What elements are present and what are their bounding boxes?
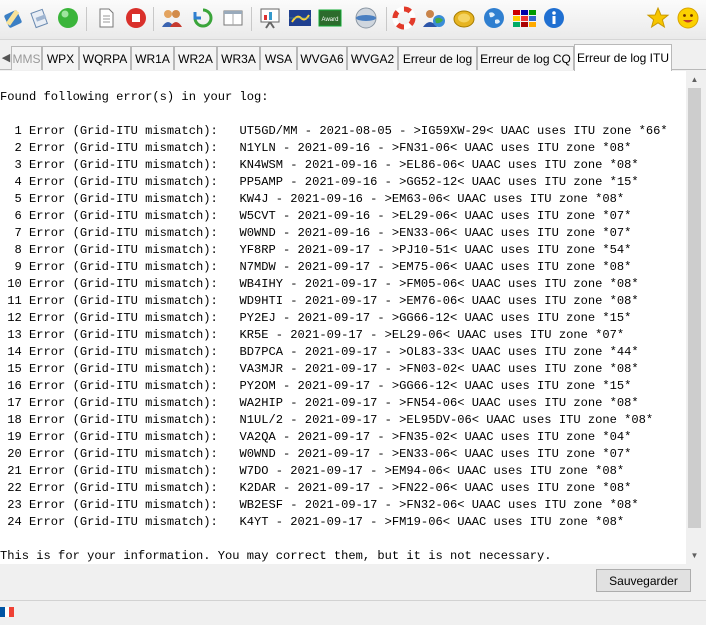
error-line: 8 Error (Grid-ITU mismatch): YF8RP - 202… — [14, 243, 632, 257]
tab-wr2a[interactable]: WR2A — [174, 46, 217, 70]
error-line: 13 Error (Grid-ITU mismatch): KR5E - 202… — [7, 328, 625, 342]
error-line: 9 Error (Grid-ITU mismatch): N7MDW - 202… — [14, 260, 632, 274]
french-flag-icon[interactable] — [0, 607, 15, 617]
grid-map-icon[interactable] — [286, 4, 314, 32]
error-line: 7 Error (Grid-ITU mismatch): W0WND - 202… — [14, 226, 632, 240]
smiley-icon[interactable] — [674, 4, 702, 32]
world-globe-icon[interactable] — [480, 4, 508, 32]
error-line: 12 Error (Grid-ITU mismatch): PY2EJ - 20… — [7, 311, 632, 325]
error-line: 17 Error (Grid-ITU mismatch): WA2HIP - 2… — [7, 396, 639, 410]
error-line: 22 Error (Grid-ITU mismatch): K2DAR - 20… — [7, 481, 632, 495]
tab-wvga2[interactable]: WVGA2 — [347, 46, 398, 70]
tab-mms[interactable]: MMS — [11, 46, 42, 70]
log-text-area[interactable]: Found following error(s) in your log: 1 … — [0, 71, 686, 564]
toolbar-separator — [251, 7, 252, 31]
scroll-down-arrow-icon[interactable]: ▼ — [686, 547, 703, 564]
users-icon[interactable] — [158, 4, 186, 32]
new-document-icon[interactable] — [92, 4, 120, 32]
coin-icon[interactable] — [450, 4, 478, 32]
lifebuoy-help-icon[interactable] — [390, 4, 418, 32]
error-line: 21 Error (Grid-ITU mismatch): W7DO - 202… — [7, 464, 625, 478]
refresh-icon[interactable] — [189, 4, 217, 32]
error-line: 4 Error (Grid-ITU mismatch): PP5AMP - 20… — [14, 175, 639, 189]
edit-pencil-icon[interactable] — [0, 4, 28, 32]
svg-text:Award: Award — [322, 17, 339, 23]
toolbar-separator — [86, 7, 87, 31]
vertical-scrollbar[interactable]: ▲ ▼ — [686, 71, 703, 564]
error-list: 1 Error (Grid-ITU mismatch): UT5GD/MM - … — [0, 124, 668, 529]
error-line: 2 Error (Grid-ITU mismatch): N1YLN - 202… — [14, 141, 632, 155]
tab-wsa[interactable]: WSA — [260, 46, 297, 70]
error-line: 24 Error (Grid-ITU mismatch): K4YT - 202… — [7, 515, 625, 529]
error-line: 10 Error (Grid-ITU mismatch): WB4IHY - 2… — [7, 277, 639, 291]
error-line: 3 Error (Grid-ITU mismatch): KN4WSM - 20… — [14, 158, 639, 172]
error-line: 6 Error (Grid-ITU mismatch): W5CVT - 202… — [14, 209, 632, 223]
scroll-up-arrow-icon[interactable]: ▲ — [686, 71, 703, 88]
tab-wqrpa[interactable]: WQRPA — [79, 46, 131, 70]
error-line: 14 Error (Grid-ITU mismatch): BD7PCA - 2… — [7, 345, 639, 359]
globe-disc-icon[interactable] — [352, 4, 380, 32]
toolbar: Award — [0, 0, 706, 40]
error-line: 5 Error (Grid-ITU mismatch): KW4J - 2021… — [14, 192, 625, 206]
error-line: 15 Error (Grid-ITU mismatch): VA3MJR - 2… — [7, 362, 639, 376]
green-ball-icon[interactable] — [54, 4, 82, 32]
tab-erreur-de-log-itu[interactable]: Erreur de log ITU — [574, 44, 672, 71]
tab-strip: ◀ MMS WPX WQRPA WR1A WR2A WR3A WSA WVGA6… — [0, 44, 706, 71]
error-line: 19 Error (Grid-ITU mismatch): VA2QA - 20… — [7, 430, 632, 444]
scroll-thumb[interactable] — [688, 88, 701, 528]
tab-wr3a[interactable]: WR3A — [217, 46, 260, 70]
error-line: 18 Error (Grid-ITU mismatch): N1UL/2 - 2… — [7, 413, 654, 427]
tab-wvga6[interactable]: WVGA6 — [297, 46, 347, 70]
eraser-icon[interactable] — [26, 4, 54, 32]
tab-wpx[interactable]: WPX — [42, 46, 79, 70]
star-icon[interactable] — [644, 4, 672, 32]
toolbar-separator — [386, 7, 387, 31]
user-globe-icon[interactable] — [420, 4, 448, 32]
window-icon[interactable] — [219, 4, 247, 32]
log-output: Found following error(s) in your log: 1 … — [0, 89, 668, 564]
award-certificate-icon[interactable]: Award — [316, 4, 344, 32]
status-bar — [0, 600, 706, 625]
app-window: Award ◀ MMS WPX WQRPA WR1A WR2A WR3A WSA… — [0, 0, 706, 625]
tab-wr1a[interactable]: WR1A — [131, 46, 174, 70]
toolbar-separator — [153, 7, 154, 31]
flags-language-icon[interactable] — [510, 4, 538, 32]
error-line: 23 Error (Grid-ITU mismatch): WB2ESF - 2… — [7, 498, 639, 512]
error-line: 1 Error (Grid-ITU mismatch): UT5GD/MM - … — [14, 124, 668, 138]
log-header: Found following error(s) in your log: — [0, 90, 269, 104]
tab-erreur-de-log[interactable]: Erreur de log — [398, 46, 477, 70]
stop-icon[interactable] — [122, 4, 150, 32]
tab-erreur-de-log-cq[interactable]: Erreur de log CQ — [477, 46, 574, 70]
save-button[interactable]: Sauvegarder — [596, 569, 691, 592]
info-icon[interactable] — [540, 4, 568, 32]
error-line: 11 Error (Grid-ITU mismatch): WD9HTI - 2… — [7, 294, 639, 308]
log-footer: This is for your information. You may co… — [0, 549, 552, 563]
presentation-chart-icon[interactable] — [256, 4, 284, 32]
error-line: 16 Error (Grid-ITU mismatch): PY2OM - 20… — [7, 379, 632, 393]
error-line: 20 Error (Grid-ITU mismatch): W0WND - 20… — [7, 447, 632, 461]
